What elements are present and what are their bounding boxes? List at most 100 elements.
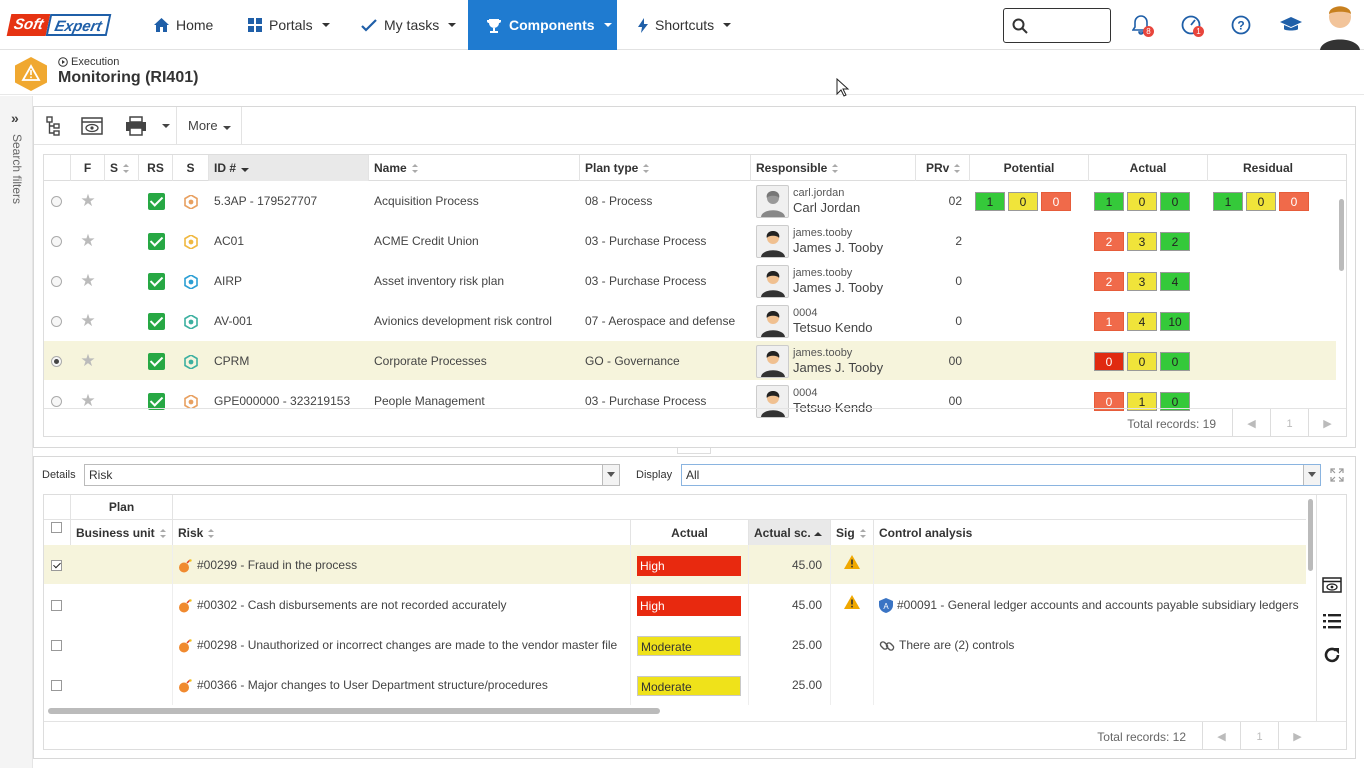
chevron-down-icon[interactable] [1303, 465, 1320, 485]
favorite-cell[interactable]: ★ [71, 341, 105, 381]
nav-home[interactable]: Home [154, 0, 213, 50]
splitter-handle[interactable] [677, 448, 711, 454]
table-row[interactable]: #00299 - Fraud in the process High 45.00 [44, 545, 1306, 585]
display-select[interactable]: All [681, 464, 1321, 486]
rs-cell [139, 301, 173, 341]
favorite-cell[interactable]: ★ [71, 221, 105, 261]
scrollbar-thumb[interactable] [1339, 199, 1344, 271]
favorite-cell[interactable]: ★ [71, 181, 105, 221]
horizontal-scrollbar-thumb[interactable] [48, 708, 660, 714]
scrollbar-thumb[interactable] [1308, 499, 1313, 571]
row-radio[interactable] [51, 196, 62, 208]
print-button[interactable] [124, 115, 148, 137]
row-select[interactable] [44, 301, 71, 341]
star-icon[interactable]: ★ [80, 191, 95, 210]
table-row[interactable]: ★ AV-001 Avionics development risk control… [44, 301, 1336, 341]
row-radio[interactable] [51, 236, 62, 248]
tasks-button[interactable]: 1 [1180, 14, 1204, 37]
help-button[interactable]: ? [1230, 14, 1252, 36]
col-control-analysis[interactable]: Control analysis [874, 520, 1306, 546]
nav-portals[interactable]: Portals [248, 0, 330, 50]
row-checkbox[interactable] [51, 680, 62, 692]
col-select-all[interactable] [44, 520, 71, 546]
row-select[interactable] [44, 625, 71, 665]
row-select[interactable] [44, 665, 71, 705]
row-radio[interactable] [51, 396, 62, 408]
row-checkbox[interactable] [51, 640, 62, 652]
col-s2[interactable]: S [173, 155, 209, 181]
risks-grid-scrollbar[interactable] [1306, 495, 1316, 721]
col-prv[interactable]: PRv [916, 155, 970, 181]
select-all-checkbox[interactable] [51, 522, 62, 534]
details-select[interactable]: Risk [84, 464, 620, 486]
col-risk[interactable]: Risk [173, 520, 631, 546]
learning-button[interactable] [1279, 14, 1303, 36]
view-button[interactable] [79, 115, 105, 137]
row-select[interactable] [44, 261, 71, 301]
col-s[interactable]: S [105, 155, 139, 181]
table-row[interactable]: ★ AIRP Asset inventory risk plan 03 - Purch… [44, 261, 1336, 301]
next-page-button[interactable]: ▶ [1308, 409, 1346, 436]
page-number[interactable]: 1 [1240, 722, 1278, 749]
nav-shortcuts[interactable]: Shortcuts [638, 0, 732, 50]
table-row[interactable]: #00366 - Major changes to User Departmen… [44, 665, 1306, 705]
col-responsible[interactable]: Responsible [751, 155, 916, 181]
row-select[interactable] [44, 585, 71, 625]
search-filters-sidebar[interactable]: » Search filters [0, 96, 33, 768]
plans-grid-scrollbar[interactable] [1337, 181, 1345, 408]
refresh-button[interactable] [1321, 645, 1343, 665]
table-row[interactable]: ★ AC01 ACME Credit Union 03 - Purchase Proc… [44, 221, 1336, 261]
list-view-button[interactable] [1321, 611, 1343, 631]
table-row[interactable]: ★ 5.3AP - 179527707 Acquisition Process 08 … [44, 181, 1336, 221]
star-icon[interactable]: ★ [80, 231, 95, 250]
user-avatar[interactable] [1316, 0, 1364, 50]
favorite-cell[interactable]: ★ [71, 301, 105, 341]
row-radio[interactable] [51, 316, 62, 328]
col-f[interactable]: F [71, 155, 105, 181]
col-sig[interactable]: Sig [831, 520, 874, 546]
print-dropdown[interactable] [158, 119, 172, 133]
chevron-down-icon[interactable] [602, 465, 619, 485]
more-button[interactable]: More [188, 107, 232, 145]
next-page-button[interactable]: ▶ [1278, 722, 1316, 749]
table-row[interactable]: #00298 - Unauthorized or incorrect chang… [44, 625, 1306, 665]
notifications-button[interactable]: 8 [1130, 14, 1154, 37]
prev-page-button[interactable]: ◀ [1232, 409, 1270, 436]
table-row[interactable]: #00302 - Cash disbursements are not reco… [44, 585, 1306, 625]
star-icon[interactable]: ★ [80, 271, 95, 290]
col-actual[interactable]: Actual [631, 520, 749, 546]
star-icon[interactable]: ★ [80, 311, 95, 330]
table-row[interactable]: ★ CPRM Corporate Processes GO - Governance j… [44, 341, 1336, 381]
col-potential[interactable]: Potential [970, 155, 1089, 181]
row-radio[interactable] [51, 276, 62, 288]
col-rs[interactable]: RS [139, 155, 173, 181]
col-actual[interactable]: Actual [1089, 155, 1208, 181]
tree-view-button[interactable] [42, 115, 64, 137]
col-business-unit[interactable]: Business unit [71, 520, 173, 546]
nav-components[interactable]: Components [468, 0, 617, 50]
row-select[interactable] [44, 221, 71, 261]
prev-page-button[interactable]: ◀ [1202, 722, 1240, 749]
col-id[interactable]: ID # [209, 155, 369, 181]
row-select[interactable] [44, 341, 71, 381]
view-details-button[interactable] [1321, 575, 1343, 595]
search-input[interactable] [1003, 8, 1111, 43]
favorite-cell[interactable]: ★ [71, 261, 105, 301]
softexpert-logo[interactable]: Soft Expert [6, 14, 112, 36]
col-residual[interactable]: Residual [1208, 155, 1328, 181]
star-icon[interactable]: ★ [80, 351, 95, 370]
maximize-button[interactable] [1329, 467, 1345, 483]
expand-chevrons-icon[interactable]: » [11, 110, 19, 126]
row-radio[interactable] [51, 356, 62, 368]
col-name[interactable]: Name [369, 155, 580, 181]
breadcrumb-parent[interactable]: Execution [58, 56, 119, 68]
svg-text:A: A [883, 602, 889, 611]
nav-my-tasks[interactable]: My tasks [361, 0, 457, 50]
page-number[interactable]: 1 [1270, 409, 1308, 436]
row-select[interactable] [44, 181, 71, 221]
row-select[interactable] [44, 545, 71, 585]
row-checkbox[interactable] [51, 560, 62, 572]
col-actual-score[interactable]: Actual sc. [749, 520, 831, 546]
col-plan-type[interactable]: Plan type [580, 155, 751, 181]
row-checkbox[interactable] [51, 600, 62, 612]
